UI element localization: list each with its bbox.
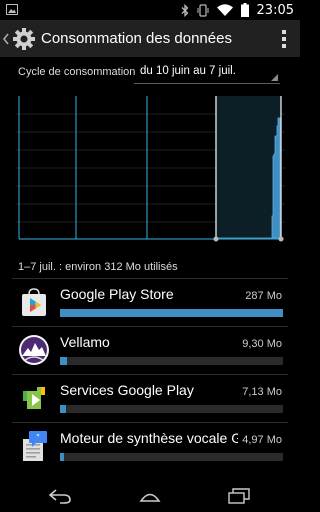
spinner-arrow-icon [271, 74, 278, 81]
google-play-store-icon [22, 288, 46, 316]
usage-bar [60, 357, 283, 365]
status-time: 23:05 [256, 2, 294, 18]
vellamo-icon [19, 335, 49, 365]
google-play-services-icon [23, 387, 45, 409]
app-row-vellamo[interactable]: Vellamo 9,30 Mo [0, 326, 300, 374]
usage-bar [60, 405, 283, 413]
usage-bar-fill [60, 357, 68, 365]
usage-chart [16, 96, 285, 242]
app-name: Google Play Store [60, 286, 174, 302]
chevron-left-icon [2, 33, 9, 44]
usage-bar [60, 453, 283, 461]
range-start-knob[interactable] [213, 236, 219, 242]
action-bar: Consommation des données [0, 20, 300, 57]
usage-bar-fill [60, 405, 66, 413]
overflow-menu-icon[interactable] [282, 30, 286, 48]
svg-text:": " [36, 433, 40, 442]
up-button[interactable] [0, 20, 36, 57]
app-row-google-play-services[interactable]: Services Google Play 7,13 Mo [0, 374, 300, 422]
app-amount: 9,30 Mo [242, 338, 282, 350]
navigation-bar [0, 480, 300, 512]
cycle-label: Cycle de consommation [18, 66, 136, 78]
app-row-text-to-speech[interactable]: " Moteur de synthèse vocale Google 4,97 … [0, 422, 300, 470]
cycle-spinner[interactable]: du 10 juin au 7 juil. [134, 60, 280, 84]
vibrate-icon [197, 3, 209, 17]
usage-bar-fill [60, 453, 64, 461]
app-amount: 287 Mo [245, 290, 282, 302]
cycle-row: Cycle de consommation du 10 juin au 7 ju… [0, 60, 300, 84]
back-icon[interactable] [48, 488, 72, 504]
cycle-value: du 10 juin au 7 juil. [140, 65, 236, 77]
chart-dividers [18, 96, 219, 239]
battery-icon [240, 3, 249, 17]
text-to-speech-icon: " [23, 431, 47, 461]
usage-bar [60, 309, 283, 317]
gear-icon [13, 27, 35, 50]
app-name: Vellamo [60, 334, 110, 350]
range-end-knob[interactable] [278, 236, 284, 242]
image-notification-icon [6, 4, 18, 15]
home-icon[interactable] [139, 488, 161, 504]
selected-range [216, 96, 281, 239]
usage-bar-fill [60, 309, 283, 317]
wifi-icon [216, 4, 233, 16]
page-title: Consommation des données [41, 30, 232, 47]
bluetooth-icon [181, 3, 188, 17]
app-row-google-play-store[interactable]: Google Play Store 287 Mo [0, 278, 300, 326]
status-bar: 23:05 [0, 0, 300, 20]
app-name: Services Google Play [60, 382, 194, 398]
usage-summary: 1–7 juil. : environ 312 Mo utilisés [18, 261, 178, 273]
app-amount: 7,13 Mo [242, 386, 282, 398]
app-amount: 4,97 Mo [242, 434, 282, 446]
app-name: Moteur de synthèse vocale Google [60, 430, 238, 446]
recent-apps-icon[interactable] [228, 488, 250, 504]
